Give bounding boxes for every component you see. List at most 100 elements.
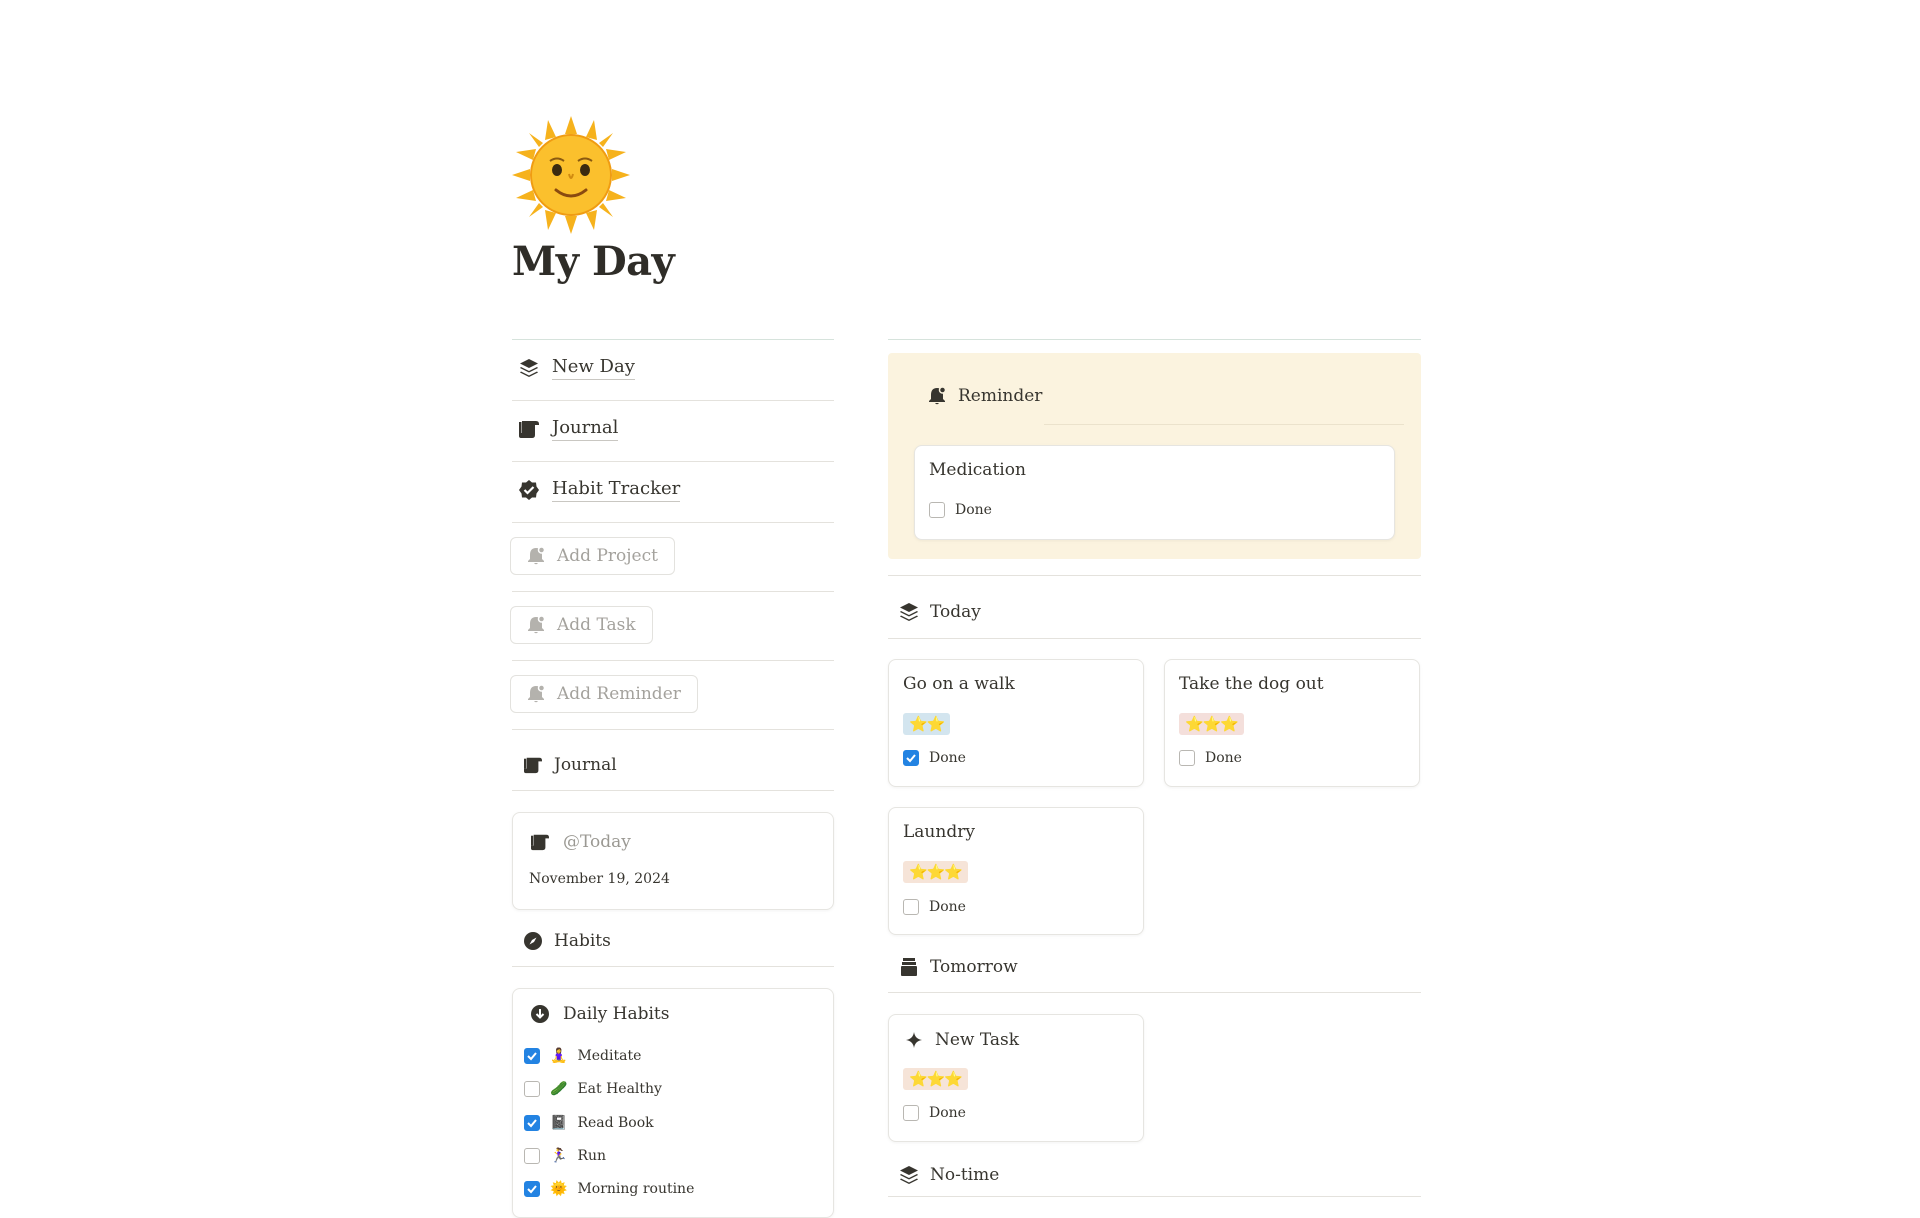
habit-emoji-icon: 🥒 xyxy=(550,1081,568,1097)
habit-label: Eat Healthy xyxy=(577,1081,662,1097)
compass-icon xyxy=(522,930,544,952)
scroll-icon xyxy=(529,831,551,853)
divider xyxy=(512,790,834,791)
divider xyxy=(888,1196,1421,1197)
reminder-card-title: Medication xyxy=(929,460,1026,480)
sparkle-icon xyxy=(903,1029,925,1051)
habits-section-heading[interactable]: Habits xyxy=(522,930,611,952)
checkbox-checked[interactable] xyxy=(524,1048,540,1064)
done-label: Done xyxy=(929,1105,966,1121)
notime-section-heading[interactable]: No-time xyxy=(898,1164,999,1186)
daily-habits-title: Daily Habits xyxy=(563,1004,670,1024)
divider xyxy=(512,339,834,340)
add-project-label: Add Project xyxy=(557,546,658,566)
task-title: Laundry xyxy=(903,822,975,842)
habit-item-morning-routine[interactable]: 🌞 Morning routine xyxy=(524,1181,694,1197)
task-title: Go on a walk xyxy=(903,674,1015,694)
task-card-new-task[interactable]: New Task ⭐⭐⭐ Done xyxy=(888,1014,1144,1142)
bell-icon xyxy=(926,385,948,407)
add-task-label: Add Task xyxy=(557,615,636,635)
habit-item-eat-healthy[interactable]: 🥒 Eat Healthy xyxy=(524,1081,662,1097)
checkbox-checked[interactable] xyxy=(524,1181,540,1197)
journal-card-date: November 19, 2024 xyxy=(529,871,670,887)
task-done-row[interactable]: Done xyxy=(903,750,966,766)
habit-emoji-icon: 🌞 xyxy=(550,1181,568,1197)
divider xyxy=(888,638,1421,639)
task-card-laundry[interactable]: Laundry ⭐⭐⭐ Done xyxy=(888,807,1144,935)
nav-link-label: Habit Tracker xyxy=(552,478,681,502)
checkbox[interactable] xyxy=(903,1105,919,1121)
habits-heading-label: Habits xyxy=(554,931,611,951)
nav-link-journal[interactable]: Journal xyxy=(518,417,619,441)
tomorrow-section-heading[interactable]: Tomorrow xyxy=(898,956,1018,978)
layers-icon xyxy=(898,1164,920,1186)
checkbox-checked[interactable] xyxy=(903,750,919,766)
habit-label: Meditate xyxy=(577,1048,642,1064)
task-card-go-on-a-walk[interactable]: Go on a walk ⭐⭐ Done xyxy=(888,659,1144,787)
verified-badge-icon xyxy=(518,479,540,501)
reminder-card[interactable]: Medication xyxy=(914,445,1395,540)
checkbox[interactable] xyxy=(903,899,919,915)
task-title-row: New Task xyxy=(903,1029,1019,1051)
habit-item-run[interactable]: 🏃‍♀️ Run xyxy=(524,1148,606,1164)
scroll-icon xyxy=(522,754,544,776)
divider xyxy=(512,660,834,661)
today-section-heading[interactable]: Today xyxy=(898,601,981,623)
checkbox[interactable] xyxy=(929,502,945,518)
archive-stack-icon xyxy=(898,956,920,978)
journal-section-heading[interactable]: Journal xyxy=(522,754,617,776)
add-task-button[interactable]: Add Task xyxy=(510,606,653,644)
add-reminder-button[interactable]: Add Reminder xyxy=(510,675,698,713)
layers-icon xyxy=(898,601,920,623)
divider xyxy=(512,729,834,730)
task-done-row[interactable]: Done xyxy=(903,1105,966,1121)
divider xyxy=(888,992,1421,993)
sun-with-face-icon xyxy=(512,116,630,234)
done-label: Done xyxy=(955,502,992,518)
priority-stars: ⭐⭐⭐ xyxy=(903,1068,969,1090)
nav-link-label: New Day xyxy=(552,356,635,380)
divider xyxy=(512,966,834,967)
divider xyxy=(512,522,834,523)
reminder-done-row[interactable]: Done xyxy=(929,502,992,518)
checkbox[interactable] xyxy=(524,1081,540,1097)
task-done-row[interactable]: Done xyxy=(1179,750,1242,766)
add-project-button[interactable]: Add Project xyxy=(510,537,675,575)
task-title: New Task xyxy=(935,1030,1020,1050)
habit-emoji-icon: 📓 xyxy=(550,1115,568,1131)
nav-link-habit-tracker[interactable]: Habit Tracker xyxy=(518,478,681,502)
checkbox[interactable] xyxy=(1179,750,1195,766)
add-reminder-label: Add Reminder xyxy=(557,684,681,704)
journal-card-title: @Today xyxy=(563,832,631,852)
divider xyxy=(1044,424,1404,425)
habit-emoji-icon: 🏃‍♀️ xyxy=(550,1148,568,1164)
reminder-section-heading[interactable]: Reminder xyxy=(926,385,1042,407)
bell-icon xyxy=(525,683,547,705)
today-heading-label: Today xyxy=(930,602,981,622)
checkbox-checked[interactable] xyxy=(524,1115,540,1131)
tomorrow-heading-label: Tomorrow xyxy=(930,957,1018,977)
habit-label: Read Book xyxy=(577,1115,654,1131)
page-title: My Day xyxy=(512,238,675,285)
arrow-down-circle-icon xyxy=(529,1003,551,1025)
habit-item-meditate[interactable]: 🧘‍♀️ Meditate xyxy=(524,1048,641,1064)
priority-stars: ⭐⭐⭐ xyxy=(903,861,969,883)
checkbox[interactable] xyxy=(524,1148,540,1164)
bell-icon xyxy=(525,614,547,636)
divider xyxy=(512,461,834,462)
journal-card[interactable]: @Today November 19, 2024 xyxy=(512,812,834,910)
notime-heading-label: No-time xyxy=(930,1165,1000,1185)
nav-link-new-day[interactable]: New Day xyxy=(518,356,635,380)
divider xyxy=(888,339,1421,340)
reminder-heading-label: Reminder xyxy=(958,386,1043,406)
priority-stars: ⭐⭐⭐ xyxy=(1179,713,1245,735)
task-card-take-the-dog-out[interactable]: Take the dog out ⭐⭐⭐ Done xyxy=(1164,659,1420,787)
scroll-icon xyxy=(518,418,540,440)
bell-icon xyxy=(525,545,547,567)
done-label: Done xyxy=(1205,750,1242,766)
journal-heading-label: Journal xyxy=(554,755,617,775)
task-done-row[interactable]: Done xyxy=(903,899,966,915)
nav-link-label: Journal xyxy=(552,417,619,441)
habit-item-read-book[interactable]: 📓 Read Book xyxy=(524,1115,654,1131)
layers-icon xyxy=(518,357,540,379)
